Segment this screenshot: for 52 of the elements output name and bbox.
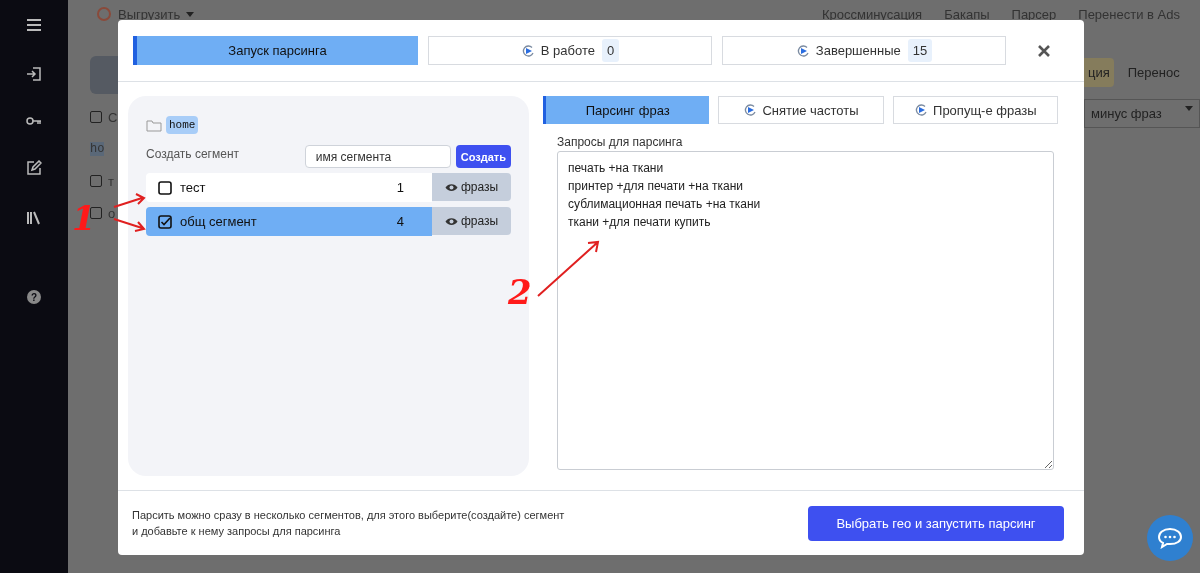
chat-icon <box>1157 527 1183 549</box>
hint-text: и добавьте к нему запросы для парсинга <box>132 525 342 537</box>
caret-icon <box>186 11 195 17</box>
checkbox[interactable] <box>90 111 102 123</box>
create-button[interactable]: Создать <box>455 145 511 168</box>
menu-icon[interactable] <box>26 18 42 32</box>
tab[interactable]: В работе 0 <box>428 36 712 65</box>
segment-item[interactable]: общ сегмент 4 <box>146 207 432 236</box>
play-icon <box>520 43 535 58</box>
tab[interactable]: Запуск парсинга <box>133 36 418 65</box>
close-icon[interactable] <box>1038 44 1050 57</box>
annotation-arrow <box>113 193 146 208</box>
annotation-arrow <box>537 240 600 297</box>
folder-icon <box>146 118 162 132</box>
checkbox[interactable] <box>90 207 102 219</box>
submit-button[interactable]: Выбрать гео и запустить парсинг <box>808 505 1064 541</box>
login-icon[interactable] <box>26 66 42 82</box>
edit-icon[interactable] <box>26 160 42 176</box>
toolbar-background <box>90 56 118 94</box>
play-icon <box>795 43 810 58</box>
annotation-number: 1 <box>72 198 96 238</box>
caret-icon <box>1185 106 1193 111</box>
phrases-button[interactable]: фразы <box>432 207 511 235</box>
tab[interactable]: Парсинг фраз <box>543 96 710 124</box>
segment-item[interactable]: тест 1 <box>146 173 432 202</box>
tab[interactable]: Снятие частоты <box>718 96 884 124</box>
segment-name-field[interactable]: имя сегмента <box>304 145 451 168</box>
key-icon[interactable] <box>26 116 42 126</box>
annotation-number: 2 <box>508 272 532 312</box>
create-segment-label: Создать сегмент <box>146 147 240 161</box>
hint-text: Парсить можно сразу в несколько сегментов, для этого выберите(создайте) сегмент <box>132 509 566 521</box>
folder-label: home <box>166 116 199 134</box>
tab-button[interactable]: ция <box>1084 58 1114 87</box>
queries-field[interactable]: печать +на ткани принтер +для печати +на ткани сублимационная печать +на ткани ткани +для печати купить <box>557 151 1054 470</box>
play-icon <box>743 103 758 117</box>
phrases-button[interactable]: фразы <box>432 173 511 201</box>
field-label: Запросы для парсинга <box>557 135 684 149</box>
eye-icon <box>444 216 458 226</box>
help-icon[interactable]: ? <box>27 290 41 304</box>
checkbox[interactable] <box>158 180 172 195</box>
checkbox[interactable] <box>158 214 172 229</box>
chat-button[interactable] <box>1147 515 1193 561</box>
play-icon <box>914 103 929 117</box>
row-text: о <box>108 205 116 221</box>
tab[interactable]: Пропущ-е фразы <box>892 96 1058 124</box>
library-icon[interactable] <box>26 210 42 226</box>
checkbox[interactable] <box>90 175 102 187</box>
eye-icon <box>444 182 458 192</box>
row-text: С <box>108 109 118 125</box>
annotation-arrow <box>113 218 146 232</box>
tab[interactable]: Завершенные 15 <box>722 36 1006 65</box>
folder-label: ho <box>90 142 105 156</box>
